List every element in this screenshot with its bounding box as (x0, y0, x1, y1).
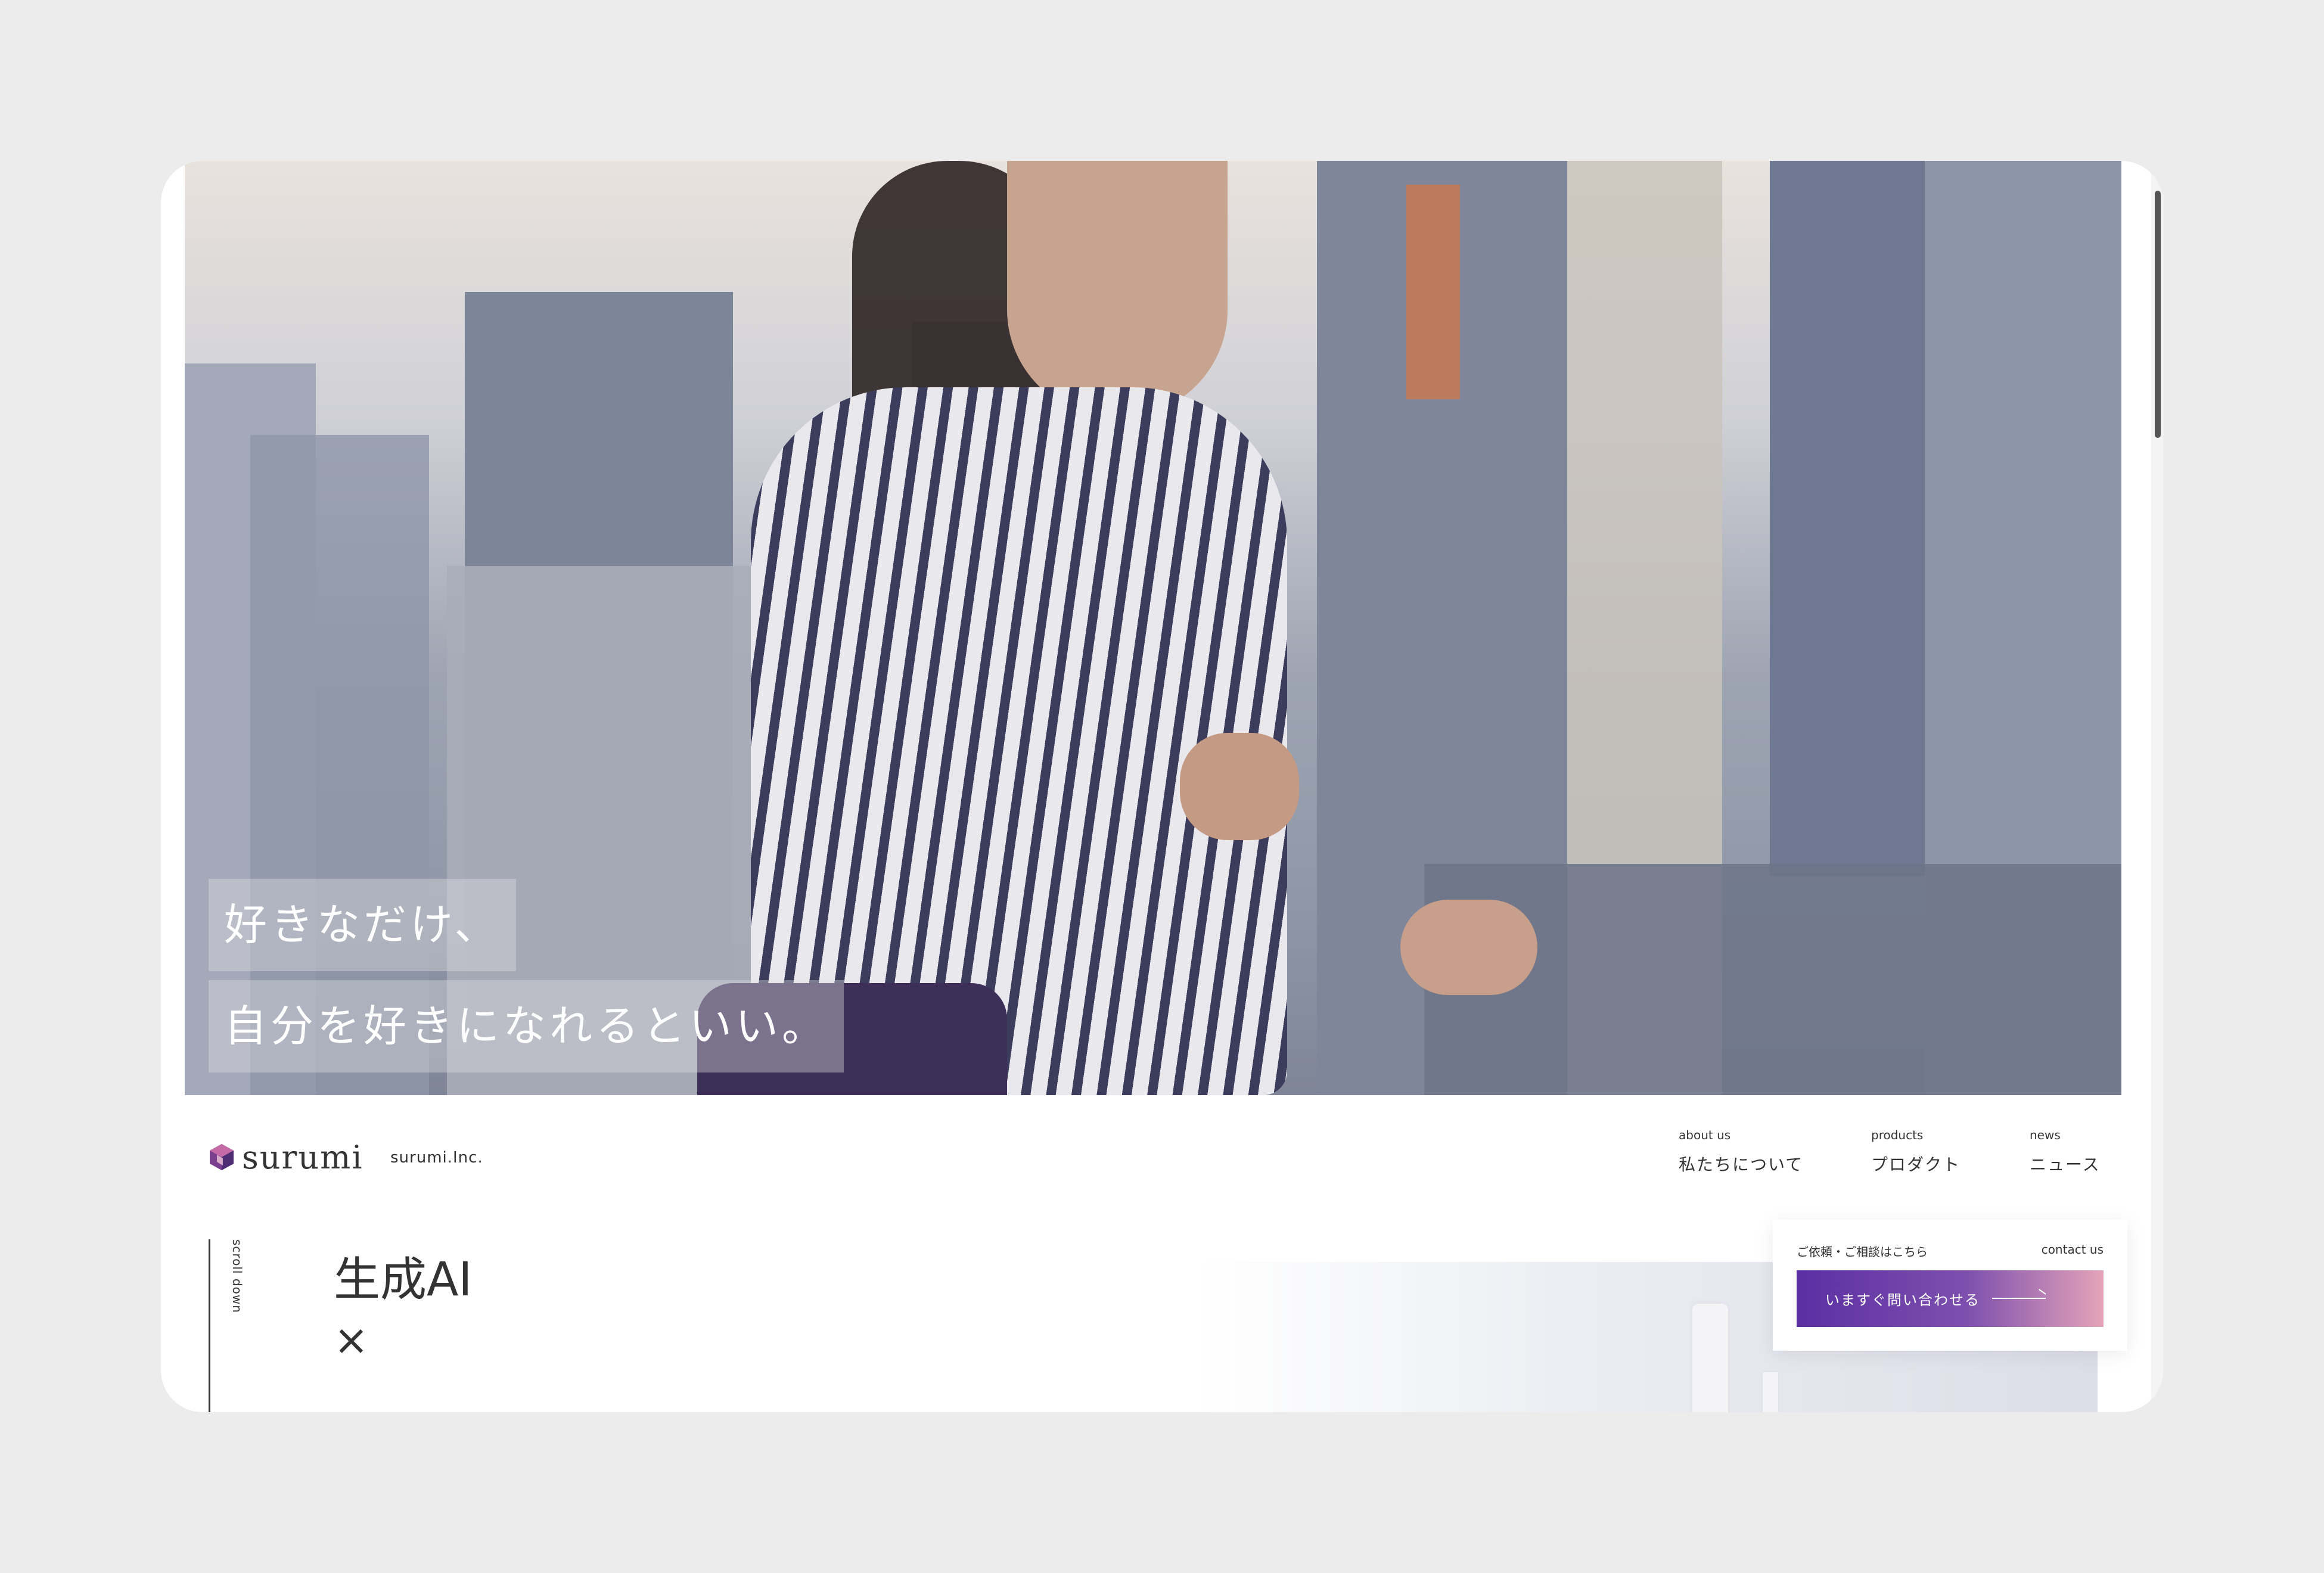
site-header: surumi surumi.Inc. about us 私たちについて prod… (185, 1095, 2121, 1214)
contact-button[interactable]: いますぐ問い合わせる (1797, 1270, 2104, 1327)
runner-hand (1180, 733, 1299, 840)
contact-us-label: contact us (2041, 1242, 2104, 1257)
nav-item-products[interactable]: products プロダクト (1871, 1128, 1961, 1176)
hero-video: 好きなだけ、 自分を好きになれるといい。 (185, 161, 2121, 1095)
page-headline: 生成AI (334, 1253, 473, 1307)
nav-item-about[interactable]: about us 私たちについて (1679, 1128, 1803, 1176)
scrollbar-thumb[interactable] (2155, 191, 2161, 438)
nav-item-jp: ニュース (2030, 1155, 2101, 1174)
scroll-down-label[interactable]: scroll down (230, 1239, 244, 1313)
company-name: surumi.Inc. (390, 1149, 483, 1167)
background-building (1770, 161, 1925, 876)
nav-item-en: about us (1679, 1128, 1731, 1142)
nav-item-en: news (2030, 1128, 2061, 1142)
cube-logo-icon (210, 1144, 234, 1170)
hero-tagline-line2: 自分を好きになれるといい。 (209, 980, 844, 1072)
runner-hand (1400, 900, 1537, 995)
tower-illustration (1692, 1304, 1728, 1412)
background-building (1424, 864, 2121, 1095)
runner-face (1007, 161, 1228, 417)
nav-item-en: products (1871, 1128, 1924, 1142)
logo[interactable]: surumi (209, 1133, 363, 1181)
nav-item-news[interactable]: news ニュース (2030, 1128, 2101, 1176)
background-building (1406, 185, 1460, 399)
scroll-indicator-line (209, 1239, 210, 1412)
logo-text: surumi (242, 1138, 363, 1176)
contact-button-label: いますぐ問い合わせる (1825, 1292, 1980, 1308)
nav-item-jp: プロダクト (1871, 1155, 1961, 1174)
nav-item-jp: 私たちについて (1679, 1155, 1804, 1174)
tower-illustration (1763, 1372, 1778, 1412)
page-headline-cross: × (334, 1316, 369, 1364)
contact-caption: ご依頼・ご相談はこちら (1797, 1245, 1928, 1259)
hero-tagline-line1: 好きなだけ、 (209, 879, 517, 971)
arrow-right-icon (1992, 1298, 2046, 1299)
contact-card: ご依頼・ご相談はこちら contact us いますぐ問い合わせる (1773, 1220, 2127, 1351)
